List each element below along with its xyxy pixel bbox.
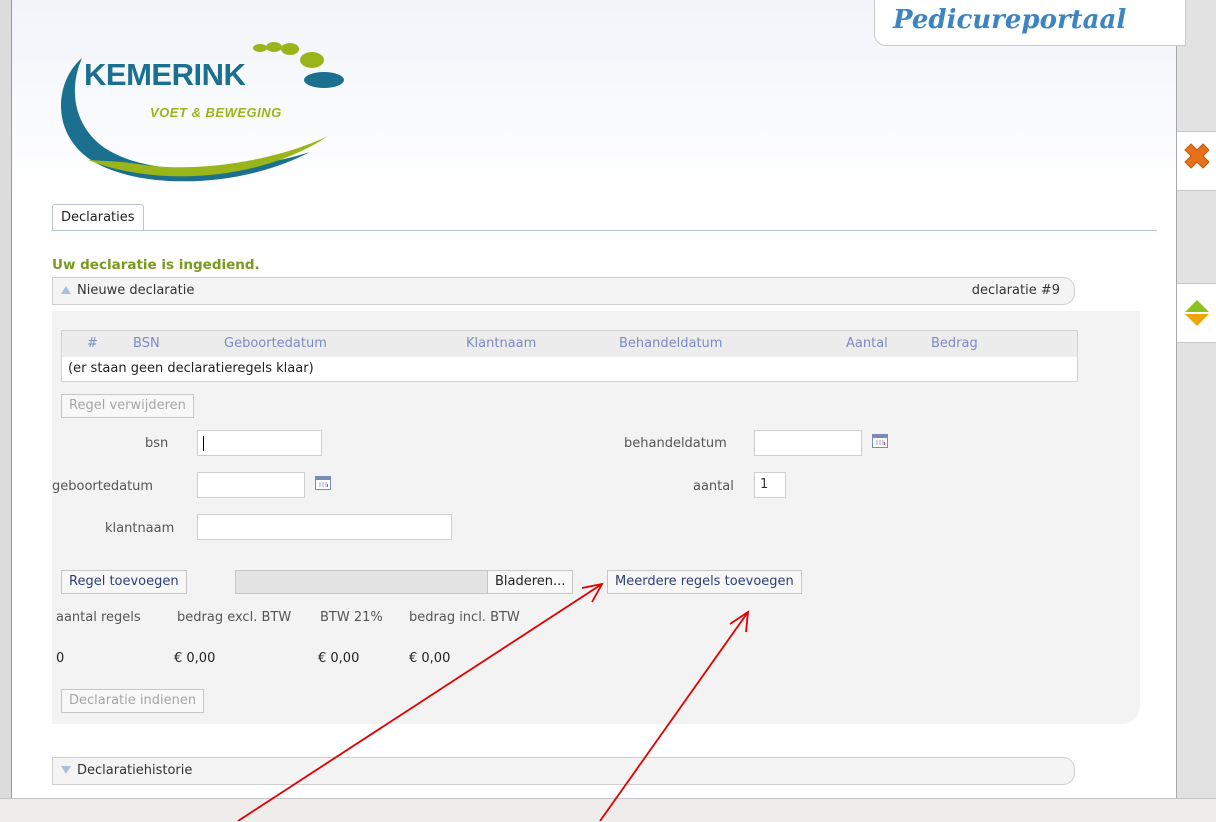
status-bar (0, 798, 1216, 822)
tab-declaraties[interactable]: Declaraties (52, 204, 144, 231)
triangle-up-icon (61, 286, 71, 294)
summary-header: bedrag excl. BTW (177, 610, 292, 625)
panel-title: Nieuwe declaratie (77, 283, 195, 298)
triangle-down-icon (61, 766, 71, 774)
column-header: Klantnaam (466, 336, 537, 351)
calendar-icon[interactable] (315, 476, 331, 490)
column-header: Behandeldatum (619, 336, 723, 351)
declaration-number: declaratie #9 (971, 283, 1060, 298)
geboortedatum-input[interactable] (197, 472, 305, 498)
panel-header-history[interactable]: Declaratiehistorie (52, 757, 1075, 785)
panel-header-new-declaration[interactable]: Nieuwe declaratie declaratie #9 (52, 277, 1075, 305)
empty-table-message: (er staan geen declaratieregels klaar) (68, 361, 314, 376)
scroll-up-down-icon (1185, 300, 1209, 326)
bsn-label: bsn (145, 436, 169, 451)
aantal-value: 1 (760, 477, 769, 492)
aantal-input[interactable]: 1 (754, 472, 786, 498)
file-path-field[interactable] (235, 570, 489, 594)
summary-header: bedrag incl. BTW (409, 610, 520, 625)
add-multiple-lines-button[interactable]: Meerdere regels toevoegen (607, 570, 802, 594)
column-header: Bedrag (931, 336, 978, 351)
status-message: Uw declaratie is ingediend. (52, 257, 260, 273)
submit-declaration-button[interactable]: Declaratie indienen (61, 689, 205, 713)
browse-button[interactable]: Bladeren... (487, 570, 574, 594)
right-toolbar (1177, 0, 1216, 798)
summary-value: 0 (56, 651, 65, 666)
remove-line-button[interactable]: Regel verwijderen (61, 394, 194, 418)
tab-divider (52, 230, 1157, 231)
summary-header: BTW 21% (320, 610, 383, 625)
close-button[interactable] (1177, 131, 1216, 191)
geboortedatum-label: geboortedatum (52, 479, 154, 494)
klantnaam-label: klantnaam (105, 521, 175, 536)
summary-header: aantal regels (56, 610, 141, 625)
calendar-icon[interactable] (872, 434, 888, 448)
portal-title: Pedicureportaal (893, 5, 1127, 35)
column-header: BSN (133, 336, 160, 351)
bsn-input[interactable] (197, 430, 322, 456)
table-header: # BSN Geboortedatum Klantnaam Behandelda… (62, 331, 1077, 357)
behandeldatum-input[interactable] (754, 430, 862, 456)
summary-value: € 0,00 (409, 651, 451, 666)
logo-title: KEMERINK (84, 57, 246, 92)
summary-value: € 0,00 (318, 651, 360, 666)
window-left-border (0, 0, 12, 798)
declaration-lines-table: # BSN Geboortedatum Klantnaam Behandelda… (61, 330, 1078, 382)
scroll-button[interactable] (1177, 283, 1216, 343)
column-header: Aantal (846, 336, 888, 351)
logo-subtitle: VOET & BEWEGING (150, 105, 282, 120)
add-line-button[interactable]: Regel toevoegen (61, 570, 187, 594)
klantnaam-input[interactable] (197, 514, 452, 540)
column-header: Geboortedatum (224, 336, 327, 351)
aantal-label: aantal (693, 479, 734, 494)
close-x-icon (1184, 143, 1210, 169)
history-title: Declaratiehistorie (77, 763, 193, 778)
summary-value: € 0,00 (174, 651, 216, 666)
text-cursor (203, 436, 204, 451)
behandeldatum-label: behandeldatum (624, 436, 727, 451)
portal-title-tab: Pedicureportaal (874, 0, 1186, 46)
column-header: # (87, 336, 98, 351)
